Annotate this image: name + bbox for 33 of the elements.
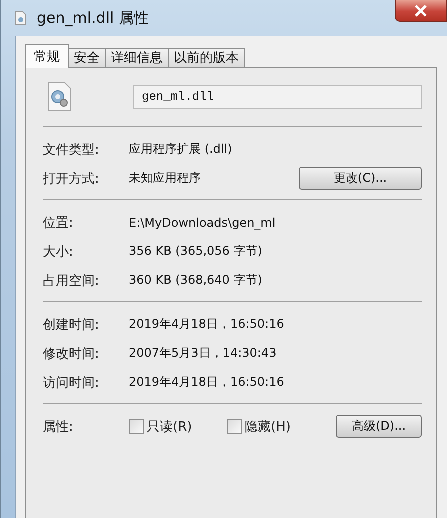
field-value: E:\MyDownloads\gen_ml: [129, 216, 277, 230]
change-button[interactable]: 更改(C)...: [299, 167, 422, 190]
tab[interactable]: 以前的版本: [168, 48, 245, 68]
tab[interactable]: 安全: [68, 48, 106, 68]
close-button[interactable]: [395, 0, 447, 22]
field-label: 文件类型:: [43, 142, 100, 158]
advanced-button[interactable]: 高级(D)...: [336, 415, 422, 438]
tab[interactable]: 常规: [25, 44, 69, 68]
field-value: 应用程序扩展 (.dll): [129, 141, 234, 158]
field-value: 360 KB (368,640 字节): [129, 272, 264, 289]
checkbox[interactable]: [227, 419, 242, 434]
field-value: 未知应用程序: [129, 170, 202, 187]
field-label: 修改时间:: [43, 346, 100, 362]
field-label: 大小:: [43, 244, 74, 260]
field-value: 2007年5月3日，14:30:43: [129, 345, 278, 362]
field-label: 属性:: [43, 418, 74, 436]
field-value: 2019年4月18日，16:50:16: [129, 316, 286, 333]
close-icon: [414, 4, 428, 16]
field-label: 打开方式:: [43, 170, 100, 188]
window-title: gen_ml.dll 属性: [37, 8, 150, 28]
field-label: 创建时间:: [43, 316, 100, 334]
file-icon: [15, 10, 27, 26]
field-label: 位置:: [43, 214, 74, 232]
checkbox-label: 只读(R): [147, 418, 192, 436]
tab[interactable]: 详细信息: [105, 48, 169, 68]
field-label: 访问时间:: [43, 374, 100, 392]
field-value: 356 KB (365,056 字节): [129, 243, 264, 260]
field-label: 占用空间:: [43, 272, 100, 290]
field-value: 2019年4月18日，16:50:16: [129, 374, 286, 391]
checkbox[interactable]: [129, 419, 144, 434]
checkbox-label: 隐藏(H): [245, 418, 291, 436]
gear-file-icon: [47, 82, 73, 112]
file-name-field[interactable]: gen_ml.dll: [133, 85, 422, 109]
